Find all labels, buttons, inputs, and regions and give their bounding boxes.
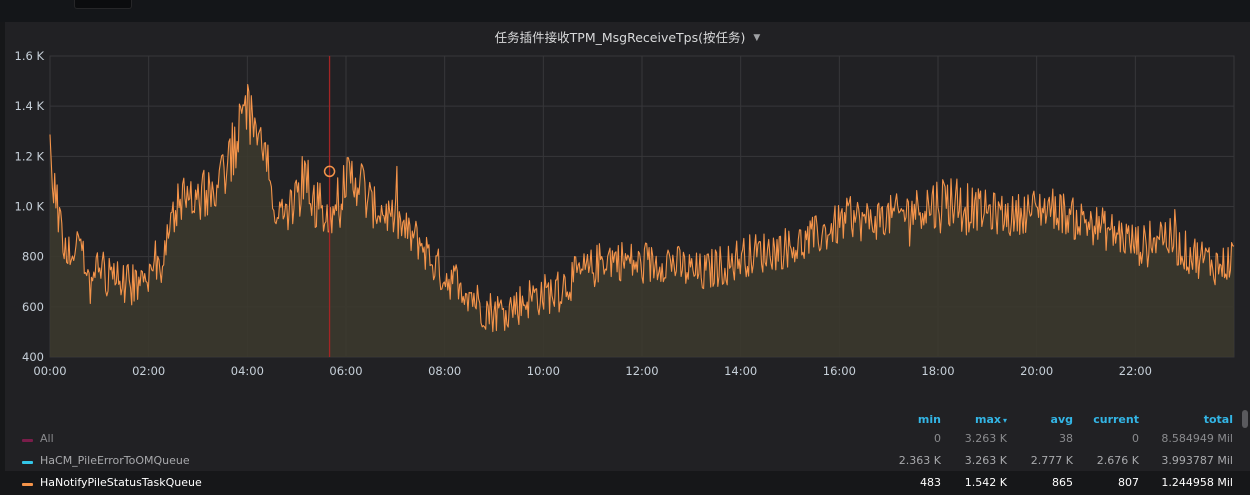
legend-scrollbar[interactable] bbox=[1242, 410, 1248, 428]
legend-series-name[interactable]: HaCM_PileErrorToOMQueue bbox=[40, 454, 190, 467]
legend-total: 8.584949 Mil bbox=[1161, 432, 1233, 445]
legend-min: 483 bbox=[920, 476, 941, 489]
legend-header-min[interactable]: min bbox=[895, 413, 941, 426]
x-tick-label: 12:00 bbox=[625, 364, 658, 378]
x-tick-label: 08:00 bbox=[428, 364, 461, 378]
x-tick-label: 22:00 bbox=[1119, 364, 1152, 378]
legend-avg: 865 bbox=[1052, 476, 1073, 489]
legend-min: 2.363 K bbox=[898, 454, 941, 467]
legend-total: 1.244958 Mil bbox=[1161, 476, 1233, 489]
legend-current: 0 bbox=[1132, 432, 1139, 445]
legend-avg: 2.777 K bbox=[1030, 454, 1073, 467]
legend-header-max[interactable]: max ▾ bbox=[945, 413, 1007, 426]
legend-max: 1.542 K bbox=[964, 476, 1007, 489]
legend-total: 3.993787 Mil bbox=[1161, 454, 1233, 467]
y-tick-label: 800 bbox=[22, 250, 44, 264]
y-tick-label: 1.2 K bbox=[15, 149, 45, 163]
y-tick-label: 1.6 K bbox=[15, 49, 45, 63]
graph-panel: 任务插件接收TPM_MsgReceiveTps(按任务) ▼ 400 600 800 1… bbox=[5, 22, 1250, 489]
legend-max: 3.263 K bbox=[964, 432, 1007, 445]
legend-table: min max ▾ avg current total All 0 3.263 K… bbox=[5, 407, 1250, 489]
y-tick-label: 600 bbox=[22, 300, 44, 314]
legend-header-total[interactable]: total bbox=[1145, 413, 1233, 426]
x-tick-label: 14:00 bbox=[724, 364, 757, 378]
y-axis-labels: 400 600 800 1.0 K 1.2 K 1.4 K 1.6 K bbox=[15, 49, 45, 364]
time-series-chart[interactable]: 400 600 800 1.0 K 1.2 K 1.4 K 1.6 K 00:00 02:00… bbox=[5, 22, 1250, 407]
legend-min: 0 bbox=[934, 432, 941, 445]
legend-avg: 38 bbox=[1059, 432, 1073, 445]
legend-header-current[interactable]: current bbox=[1077, 413, 1139, 426]
x-tick-label: 20:00 bbox=[1020, 364, 1053, 378]
x-tick-label: 06:00 bbox=[329, 364, 362, 378]
legend-max: 3.263 K bbox=[964, 454, 1007, 467]
x-tick-label: 10:00 bbox=[527, 364, 560, 378]
y-tick-label: 400 bbox=[22, 350, 44, 364]
x-tick-label: 00:00 bbox=[33, 364, 66, 378]
legend-current: 807 bbox=[1118, 476, 1139, 489]
legend-header-avg[interactable]: avg bbox=[1015, 413, 1073, 426]
x-tick-label: 16:00 bbox=[823, 364, 856, 378]
legend-row-hanotify[interactable]: HaNotifyPileStatusTaskQueue 483 1.542 K … bbox=[5, 473, 1250, 495]
legend-swatch bbox=[22, 461, 33, 464]
x-tick-label: 04:00 bbox=[231, 364, 264, 378]
x-tick-label: 02:00 bbox=[132, 364, 165, 378]
top-tab[interactable] bbox=[74, 0, 132, 9]
y-tick-label: 1.4 K bbox=[15, 99, 45, 113]
legend-row-all[interactable]: All 0 3.263 K 38 0 8.584949 Mil bbox=[5, 429, 1250, 451]
x-axis-labels: 00:00 02:00 04:00 06:00 08:00 10:00 12:00 14:00… bbox=[33, 364, 1151, 378]
y-tick-label: 1.0 K bbox=[15, 200, 45, 214]
legend-current: 2.676 K bbox=[1096, 454, 1139, 467]
legend-header-max-label: max bbox=[975, 413, 1001, 426]
x-tick-label: 18:00 bbox=[921, 364, 954, 378]
dashboard-top-bar bbox=[0, 0, 1250, 22]
legend-series-name[interactable]: All bbox=[40, 432, 54, 445]
legend-series-name[interactable]: HaNotifyPileStatusTaskQueue bbox=[40, 476, 202, 489]
sort-desc-icon: ▾ bbox=[1002, 416, 1007, 425]
legend-row-hacm[interactable]: HaCM_PileErrorToOMQueue 2.363 K 3.263 K … bbox=[5, 451, 1250, 473]
legend-swatch bbox=[22, 483, 33, 486]
legend-swatch bbox=[22, 439, 33, 442]
